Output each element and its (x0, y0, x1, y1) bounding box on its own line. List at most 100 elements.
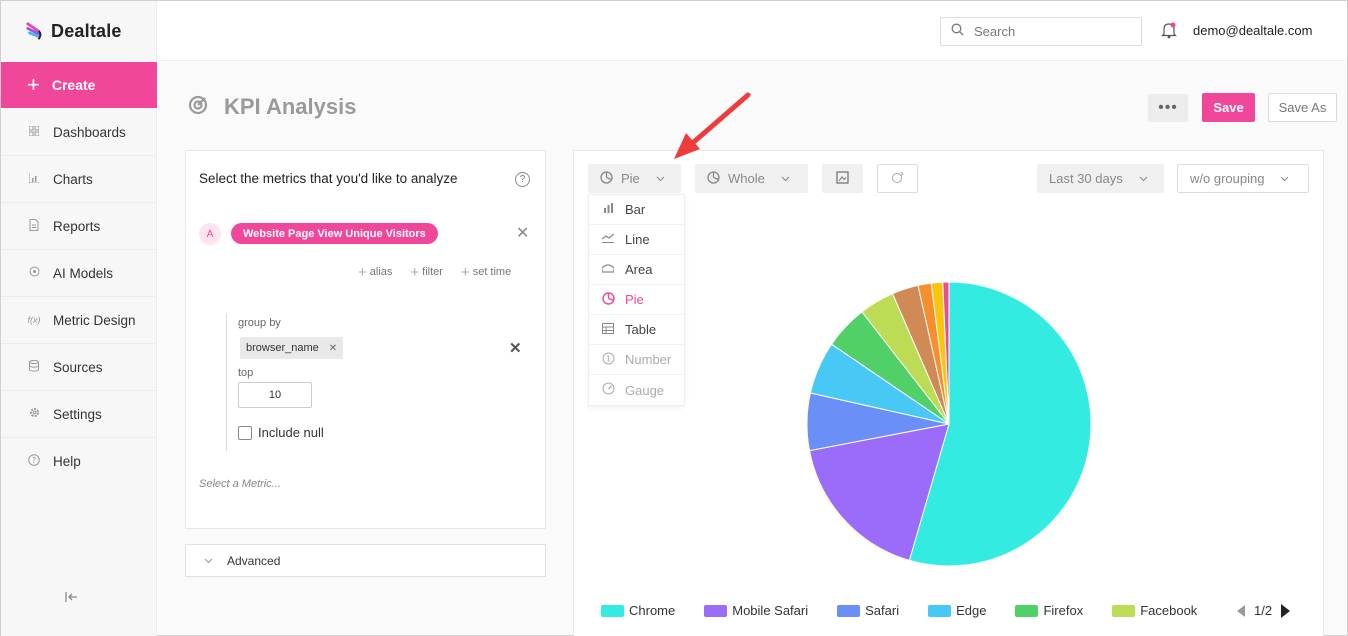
legend-label: Edge (956, 603, 987, 618)
group-by-chip[interactable]: browser_name ✕ (240, 337, 344, 359)
save-button[interactable]: Save (1202, 93, 1255, 122)
legend-label: Chrome (629, 603, 676, 618)
chart-type-dropdown[interactable]: Pie (588, 164, 681, 193)
page-title[interactable]: KPI Analysis (224, 94, 356, 120)
menu-item-label: Table (625, 322, 657, 337)
sidebar-item-label: Sources (53, 359, 103, 375)
legend-item-edge[interactable]: Edge (928, 603, 986, 618)
menu-item-label: Number (625, 352, 672, 367)
image-icon (836, 170, 849, 187)
pie-chart-svg (806, 281, 1092, 567)
set-time-label: set time (472, 266, 512, 278)
sidebar-item-label: Metric Design (53, 312, 136, 328)
legend-label: Facebook (1140, 603, 1198, 618)
sidebar-item-help[interactable]: ? Help (1, 438, 157, 485)
menu-item-label: Area (625, 262, 653, 277)
plus-icon: + (358, 264, 367, 281)
sidebar-item-label: Charts (53, 171, 93, 187)
legend-item-chrome[interactable]: Chrome (601, 603, 675, 618)
select-metric-input[interactable]: Select a Metric... (199, 478, 281, 490)
sidebar-item-label: Reports (53, 218, 101, 234)
sidebar-item-settings[interactable]: Settings (1, 391, 157, 438)
add-alias-button[interactable]: + alias (358, 264, 392, 281)
set-time-button[interactable]: + set time (461, 264, 511, 281)
advanced-label: Advanced (227, 553, 281, 568)
chip-close-icon[interactable]: ✕ (329, 343, 337, 354)
add-filter-button[interactable]: + filter (410, 264, 443, 281)
sidebar-item-label: AI Models (53, 265, 114, 281)
metric-chip[interactable]: Website Page View Unique Visitors (231, 223, 438, 244)
legend-swatch (837, 604, 861, 617)
metric-letter-badge: A (199, 223, 221, 245)
grouping-dropdown[interactable]: w/o grouping (1177, 164, 1309, 193)
sidebar-item-sources[interactable]: Sources (1, 344, 157, 391)
menu-item-line[interactable]: Line (589, 225, 684, 255)
legend-item-safari[interactable]: Safari (837, 603, 899, 618)
sidebar-item-dashboards[interactable]: Dashboards (1, 109, 157, 156)
search-box[interactable] (940, 17, 1142, 46)
save-as-button[interactable]: Save As (1268, 93, 1337, 122)
chart-legend: Chrome Mobile Safari Safari Edge Firefox… (601, 603, 1226, 618)
date-range-dropdown[interactable]: Last 30 days (1037, 164, 1164, 193)
rotate-button[interactable] (877, 164, 918, 193)
app-name: Dealtale (51, 21, 122, 41)
help-icon: ? (27, 454, 41, 469)
menu-item-area[interactable]: Area (589, 255, 684, 285)
chart-panel: Pie Whole Last 30 days w/o grouping Bar … (573, 150, 1324, 636)
search-input[interactable] (974, 24, 1124, 39)
search-icon (951, 23, 964, 41)
sidebar-item-ai-models[interactable]: AI Models (1, 250, 157, 297)
sidebar-item-reports[interactable]: Reports (1, 203, 157, 250)
advanced-section-toggle[interactable]: Advanced (185, 544, 546, 577)
group-by-label: group by (238, 317, 281, 329)
next-page-icon[interactable] (1281, 603, 1291, 618)
previous-page-icon[interactable] (1237, 604, 1245, 617)
create-button[interactable]: + Create (1, 62, 157, 108)
database-icon (27, 359, 41, 375)
user-email[interactable]: demo@dealtale.com (1193, 23, 1312, 38)
legend-page-indicator: 1/2 (1254, 603, 1273, 618)
menu-item-pie[interactable]: Pie (589, 285, 684, 315)
legend-item-firefox[interactable]: Firefox (1015, 603, 1083, 618)
gear-icon (27, 407, 41, 421)
collapse-sidebar-icon[interactable] (65, 590, 79, 606)
document-icon (27, 218, 41, 234)
chevron-down-icon (656, 174, 665, 184)
export-image-button[interactable] (822, 164, 863, 193)
chevron-down-icon (204, 556, 213, 566)
rotate-icon (891, 171, 905, 187)
chevron-down-icon (1280, 174, 1289, 184)
top-input[interactable]: 10 (238, 382, 312, 408)
legend-item-facebook[interactable]: Facebook (1112, 603, 1197, 618)
metrics-panel-heading: Select the metrics that you'd like to an… (199, 171, 458, 186)
sidebar: Dealtale + Create Dashboards Charts Repo… (1, 1, 157, 636)
remove-group-by-close-icon[interactable]: ✕ (509, 339, 522, 357)
include-null-label: Include null (258, 425, 324, 440)
date-range-label: Last 30 days (1049, 171, 1123, 186)
notification-bell-icon[interactable] (1161, 21, 1177, 44)
menu-item-bar[interactable]: Bar (589, 195, 684, 225)
grouping-label: w/o grouping (1190, 171, 1265, 186)
alias-label: alias (369, 266, 393, 278)
function-icon: f(x) (27, 315, 41, 325)
logo[interactable]: Dealtale (25, 21, 122, 42)
legend-swatch (1112, 604, 1136, 617)
bar-chart-icon (601, 203, 615, 216)
remove-metric-close-icon[interactable]: ✕ (516, 223, 529, 243)
legend-item-mobile-safari[interactable]: Mobile Safari (704, 603, 808, 618)
sidebar-item-label: Dashboards (53, 124, 126, 140)
chart-type-label: Pie (621, 171, 640, 186)
plus-icon: + (27, 72, 40, 97)
pie-chart-icon (601, 291, 615, 308)
chevron-down-icon (1139, 174, 1148, 184)
pie-chart (806, 281, 1092, 572)
sidebar-item-charts[interactable]: Charts (1, 156, 157, 203)
more-options-button[interactable]: ••• (1148, 94, 1188, 122)
scope-dropdown[interactable]: Whole (695, 164, 808, 193)
top-label: top (238, 367, 254, 379)
include-null-option[interactable]: Include null (238, 425, 324, 440)
help-icon[interactable]: ? (515, 172, 530, 187)
sidebar-item-metric-design[interactable]: f(x) Metric Design (1, 297, 157, 344)
menu-item-table[interactable]: Table (589, 315, 684, 345)
include-null-checkbox[interactable] (238, 425, 252, 440)
